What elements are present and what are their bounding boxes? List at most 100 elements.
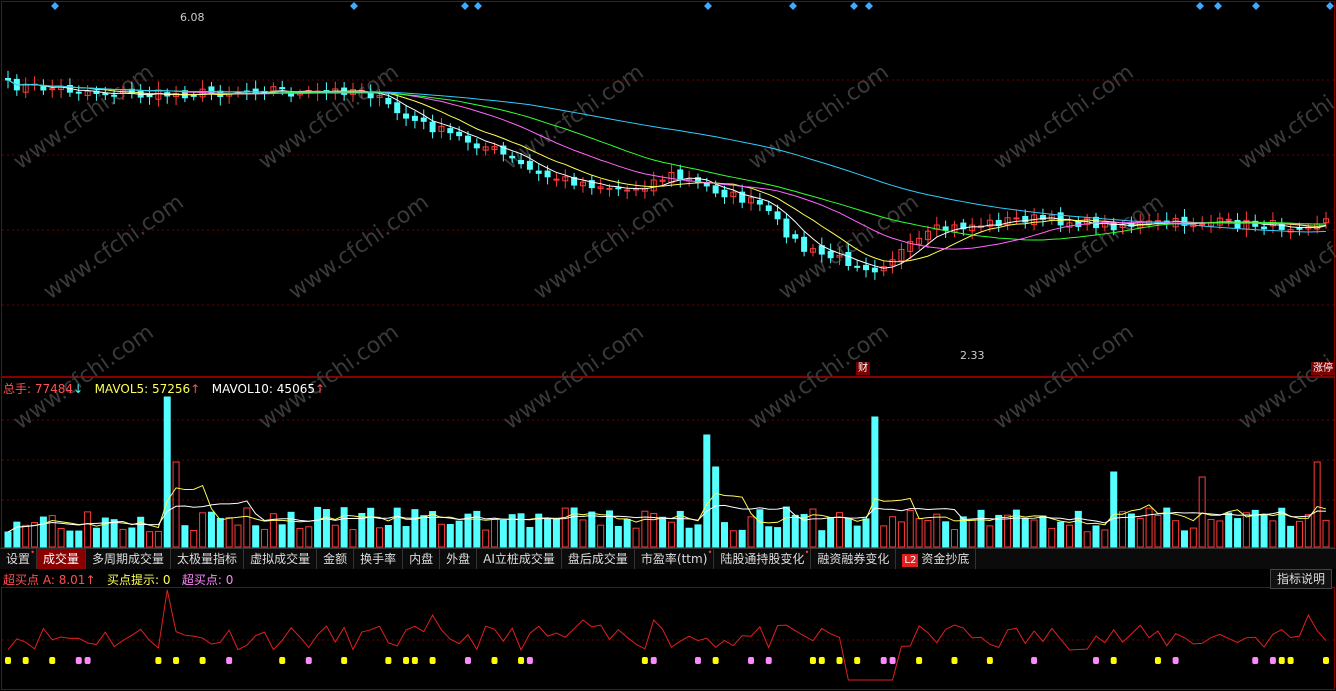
volume-bar xyxy=(1260,514,1268,548)
tab-label: 虚拟成交量 xyxy=(250,552,311,566)
candle-body xyxy=(394,102,401,114)
volume-bar xyxy=(871,416,879,548)
overbuy-marker xyxy=(694,657,701,664)
volume-bar xyxy=(579,519,587,548)
candle-body xyxy=(863,264,870,271)
up-arrow-icon: ↑ xyxy=(314,382,326,396)
volume-bar xyxy=(1172,520,1180,548)
event-marker-icon xyxy=(1326,2,1334,10)
tab-8[interactable]: 外盘 xyxy=(440,549,478,569)
down-arrow-icon: ↓ xyxy=(73,382,84,396)
volume-bar xyxy=(1269,520,1277,548)
indicator-a-label: A: xyxy=(42,573,55,587)
limit-up-badge[interactable]: 涨停 xyxy=(1311,362,1335,375)
tab-9[interactable]: AI立桩成交量 xyxy=(477,549,562,569)
volume-bar xyxy=(853,525,861,548)
volume-bar xyxy=(1030,519,1038,548)
volume-bar xyxy=(207,511,215,548)
volume-bar xyxy=(1287,525,1295,548)
volume-bar xyxy=(526,526,534,548)
tab-6[interactable]: 换手率 xyxy=(354,549,404,569)
tab-14[interactable]: L2 资金抄底 xyxy=(896,549,977,569)
tab-12[interactable]: 陆股通持股变化 • xyxy=(714,549,812,569)
volume-bar xyxy=(897,521,905,548)
candle-body xyxy=(279,87,286,90)
up-arrow-icon: ↑ xyxy=(85,573,96,587)
volume-bar xyxy=(844,518,852,548)
indicator-tab-bar: 设置 • 成交量 多周期成交量 太极量指标 虚拟成交量 金额 换手率 内盘 外盘 AI立桩成交量 盘后… xyxy=(0,548,1336,569)
candle-body xyxy=(624,189,631,192)
tab-4[interactable]: 虚拟成交量 xyxy=(244,549,318,569)
volume-bar xyxy=(915,518,923,548)
tab-3[interactable]: 太极量指标 xyxy=(171,549,245,569)
volume-bar xyxy=(977,509,985,548)
volume-bar xyxy=(4,531,12,548)
buy-hint-marker xyxy=(403,657,410,664)
candle-body xyxy=(615,187,622,190)
candle-body xyxy=(712,185,719,194)
volume-bar xyxy=(1225,512,1233,548)
candle-body xyxy=(75,91,82,94)
candle-body xyxy=(871,267,878,273)
buy-hint-marker xyxy=(1278,657,1285,664)
volume-bar xyxy=(66,530,74,548)
tab-5[interactable]: 金额 xyxy=(317,549,355,569)
volume-bar xyxy=(393,507,401,548)
candle-body xyxy=(544,170,551,178)
candle-body xyxy=(606,187,613,190)
volume-bar xyxy=(349,529,357,548)
volume-bar xyxy=(1048,527,1056,548)
buy-hint-marker xyxy=(429,657,436,664)
candle-body xyxy=(1261,226,1268,230)
tab-label: 金额 xyxy=(323,552,348,566)
tab-2[interactable]: 多周期成交量 xyxy=(86,549,172,569)
candle-body xyxy=(765,205,772,212)
volume-bar xyxy=(1189,527,1197,548)
volume-bar xyxy=(588,511,596,548)
candle-body xyxy=(792,234,799,239)
price-panel-frame xyxy=(1,1,1335,377)
volume-bar xyxy=(1092,525,1100,548)
candle-body xyxy=(1278,222,1285,230)
event-marker-icon xyxy=(350,2,358,10)
volume-bar xyxy=(163,396,171,548)
l2-badge: L2 xyxy=(902,554,919,567)
watermark-text: www.cfchi.com xyxy=(1234,60,1336,175)
candle-body xyxy=(190,94,197,97)
candle-body xyxy=(49,88,56,91)
overbuy-marker xyxy=(464,657,471,664)
candle-body xyxy=(721,189,728,198)
volume-bar xyxy=(261,528,269,548)
volume-bar xyxy=(429,511,437,548)
candle-body xyxy=(942,226,949,231)
event-marker-icon xyxy=(704,2,712,10)
tab-1[interactable]: 成交量 xyxy=(37,549,87,569)
volume-bar xyxy=(659,516,667,548)
candle-body xyxy=(526,160,533,170)
tab-label: 设置 xyxy=(6,552,31,566)
volume-bar xyxy=(889,516,897,548)
candle-body xyxy=(456,131,463,137)
tab-7[interactable]: 内盘 xyxy=(403,549,441,569)
tab-label: 成交量 xyxy=(43,552,80,566)
candle-body xyxy=(854,265,861,268)
ma5-line xyxy=(7,79,1327,269)
high-price-label: 6.08 xyxy=(180,11,205,24)
buy-hint-marker xyxy=(818,657,825,664)
volume-bar xyxy=(322,509,330,548)
overbuy-marker xyxy=(84,657,91,664)
volume-bar xyxy=(1101,529,1109,548)
tab-10[interactable]: 盘后成交量 xyxy=(562,549,635,569)
tab-0[interactable]: 设置 • xyxy=(0,549,38,569)
volume-bar xyxy=(986,525,994,548)
volume-bar xyxy=(499,520,507,548)
candle-body xyxy=(403,113,410,119)
buy-hint-marker xyxy=(1110,657,1117,664)
volume-bar xyxy=(756,509,764,548)
tab-13[interactable]: 融资融券变化 xyxy=(811,549,897,569)
tab-11[interactable]: 市盈率(ttm) • xyxy=(635,549,715,569)
financial-report-badge[interactable]: 财 xyxy=(856,362,870,375)
volume-bar xyxy=(1207,519,1215,548)
indicator-help-button[interactable]: 指标说明 xyxy=(1269,569,1332,589)
volume-bar xyxy=(623,518,631,548)
